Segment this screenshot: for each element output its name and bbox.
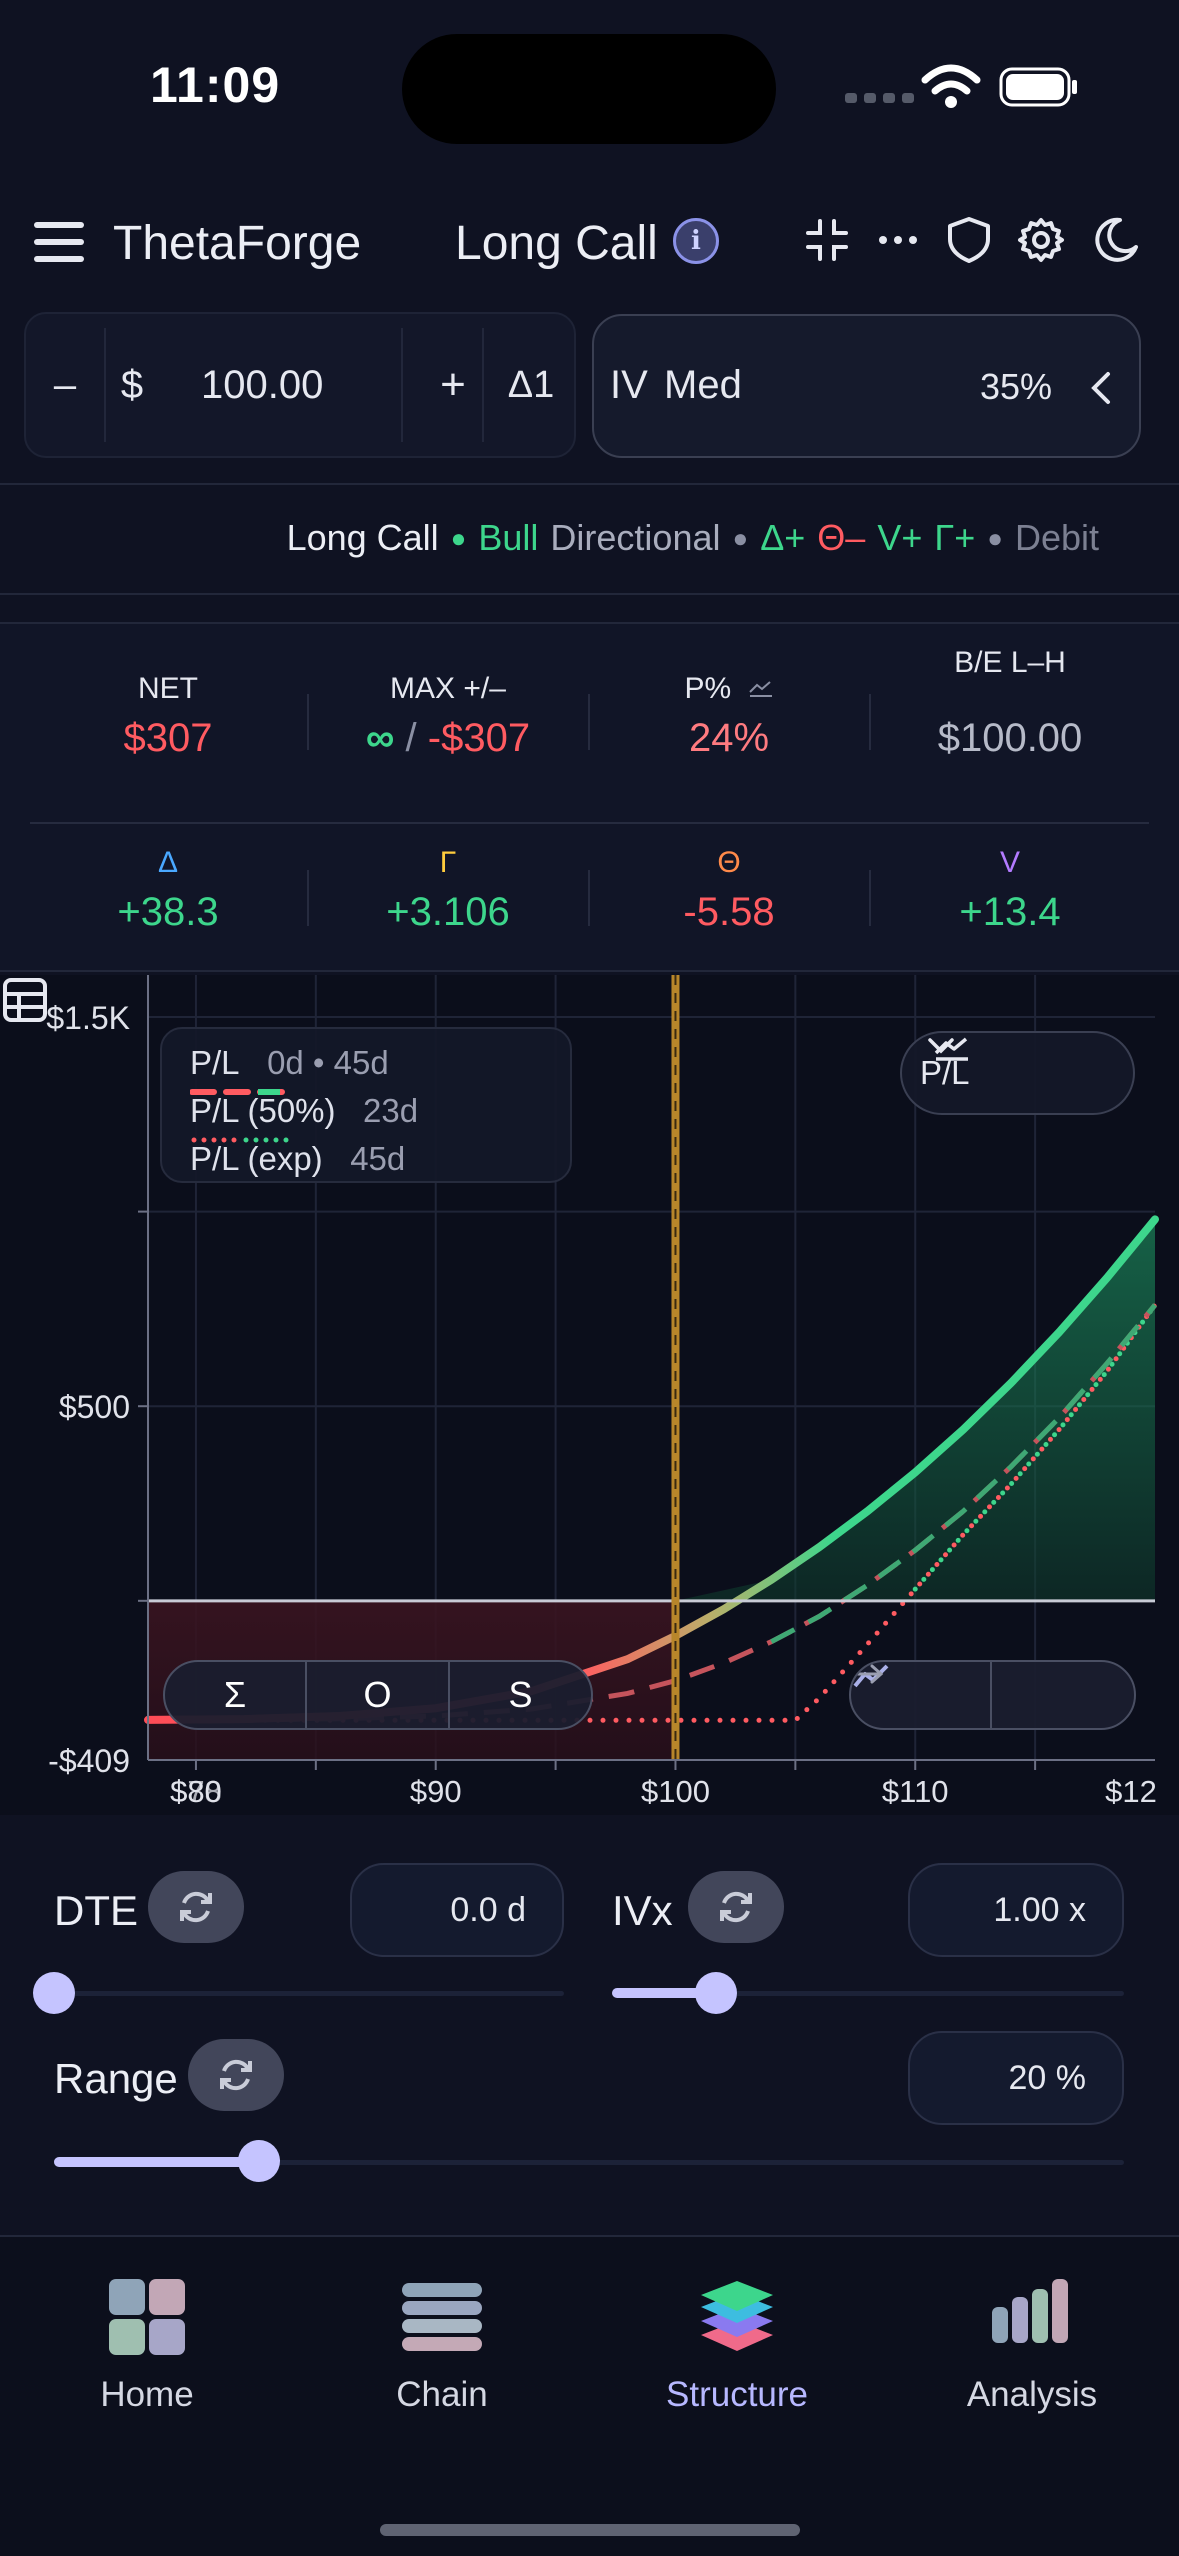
- greek-delta: Δ +38.3: [117, 846, 219, 934]
- range-label: Range: [54, 2055, 178, 2102]
- bar-chart-icon: [992, 2279, 1068, 2343]
- chain-list-icon: [402, 2283, 482, 2351]
- reset-icon: [720, 1891, 752, 1923]
- arrow-tool-button[interactable]: [853, 1662, 1134, 1728]
- cellular-signal-icon: [845, 93, 914, 103]
- chart-legend: P/L 0d • 45d P/L (50%) 23d P/L (exp) 45d: [160, 1027, 572, 1183]
- iv-label: IV: [610, 363, 648, 407]
- dte-label: DTE: [54, 1887, 138, 1934]
- price-input[interactable]: 100.00: [161, 314, 411, 456]
- top-bar: ThetaForge Long Call i: [0, 190, 1179, 300]
- tag-bias: Bull: [478, 517, 539, 558]
- home-grid-icon: [109, 2279, 185, 2355]
- info-icon[interactable]: i: [673, 218, 719, 264]
- shield-icon[interactable]: [944, 215, 994, 265]
- tag-theta: Θ–: [817, 517, 866, 558]
- legend-pl: P/L 0d • 45d: [190, 1041, 389, 1081]
- range-value-box[interactable]: 20 %: [908, 2031, 1124, 2125]
- tag-strategy-name: Long Call: [286, 517, 439, 558]
- strategy-tags-bar: Long Call ● Bull Directional ● Δ+ Θ– V+ …: [0, 483, 1179, 595]
- delta-step-button[interactable]: Δ1: [484, 314, 578, 456]
- more-icon[interactable]: [873, 215, 923, 265]
- price-stepper: – $ 100.00 + Δ1: [24, 312, 576, 458]
- collapse-icon[interactable]: [802, 215, 852, 265]
- chevron-left-icon[interactable]: [1086, 366, 1116, 410]
- legend-pl-50: P/L (50%) 23d: [190, 1089, 419, 1129]
- tag-type: Directional: [550, 517, 721, 558]
- dte-slider-track[interactable]: [54, 1991, 564, 1996]
- stat-pop: P% 24%: [589, 672, 869, 761]
- tab-chain[interactable]: Chain: [312, 2277, 572, 2415]
- stat-net: NET $307: [123, 672, 213, 760]
- chart-mini-icon: [748, 681, 772, 697]
- layers-icon: [701, 2281, 773, 2351]
- ivx-slider-knob[interactable]: [695, 1972, 737, 2014]
- mode-sum-button[interactable]: Σ: [165, 1662, 307, 1728]
- tab-bar: Home Chain Structure Analysis: [0, 2235, 1179, 2556]
- x-tick-label: $110: [882, 1774, 949, 1809]
- battery-icon: [999, 67, 1077, 107]
- x-tick-label-overlap: $78: [170, 1774, 222, 1809]
- dte-reset-button[interactable]: [148, 1871, 244, 1943]
- reset-icon: [220, 2059, 252, 2091]
- menu-icon[interactable]: [34, 222, 84, 262]
- home-indicator: [380, 2524, 800, 2536]
- x-tick-label: $90: [410, 1774, 462, 1809]
- greek-theta: Θ -5.58: [683, 846, 775, 934]
- app-name: ThetaForge: [113, 217, 362, 270]
- ivx-reset-button[interactable]: [688, 1871, 784, 1943]
- mode-stock-button[interactable]: S: [450, 1662, 591, 1728]
- status-bar: 11:09: [0, 0, 1179, 175]
- stat-max: MAX +/– ∞ / -$307: [365, 672, 531, 760]
- table-view-icon[interactable]: [0, 975, 50, 1025]
- controls-row: – $ 100.00 + Δ1 IV Med 35%: [0, 312, 1179, 460]
- strategy-title[interactable]: Long Call: [455, 216, 658, 271]
- price-decrement-button[interactable]: –: [26, 314, 104, 456]
- arrow-right-icon: [853, 1664, 884, 1684]
- iv-selector[interactable]: IV Med 35%: [592, 314, 1141, 458]
- y-tick-label: $1.5K: [46, 1000, 130, 1036]
- y-tick-label: -$409: [48, 1743, 130, 1779]
- tag-vega: V+: [877, 517, 923, 558]
- ivx-value-box[interactable]: 1.00 x: [908, 1863, 1124, 1957]
- simulation-controls: DTE 0.0 d IVx 1.00 x Range 20 %: [0, 1815, 1179, 2235]
- tag-gamma: Γ+: [934, 517, 976, 558]
- greek-gamma: Γ +3.106: [386, 846, 510, 934]
- dark-mode-icon[interactable]: [1090, 215, 1140, 265]
- wifi-icon: [921, 64, 981, 108]
- chart-tools-segmented: [849, 1660, 1136, 1730]
- tag-delta: Δ+: [760, 517, 806, 558]
- tab-structure[interactable]: Structure: [607, 2277, 867, 2415]
- greek-vega: V +13.4: [959, 846, 1061, 934]
- legend-pl-exp: P/L (exp) 45d: [190, 1137, 406, 1177]
- stats-panel: NET $307 MAX +/– ∞ / -$307 P% 24% B/E L–…: [0, 622, 1179, 972]
- dte-slider-knob[interactable]: [33, 1972, 75, 2014]
- tag-cash: Debit: [1014, 517, 1099, 558]
- range-slider-knob[interactable]: [238, 2140, 280, 2182]
- chevron-down-icon: [928, 1038, 954, 1054]
- reset-icon: [180, 1891, 212, 1923]
- currency-symbol: $: [120, 362, 144, 407]
- range-slider-fill: [54, 2157, 259, 2167]
- ivx-label: IVx: [612, 1887, 673, 1934]
- dte-value-box[interactable]: 0.0 d: [350, 1863, 564, 1957]
- status-time: 11:09: [150, 57, 281, 113]
- iv-level: Med: [664, 363, 742, 407]
- dynamic-island: [402, 34, 776, 144]
- gear-icon[interactable]: [1016, 215, 1066, 265]
- x-tick-label: $100: [641, 1774, 710, 1809]
- pl-chart[interactable]: $1.5K $500 -$409 $80 $90 $100 $110 $12 $78 P/L 0…: [0, 975, 1179, 1815]
- stat-breakeven: B/E L–H $100.00: [937, 646, 1083, 760]
- tab-home[interactable]: Home: [17, 2277, 277, 2415]
- range-reset-button[interactable]: [188, 2039, 284, 2111]
- x-tick-label: $12: [1105, 1774, 1157, 1809]
- mode-options-button[interactable]: O: [307, 1662, 450, 1728]
- iv-value: 35%: [980, 366, 1053, 407]
- tab-analysis[interactable]: Analysis: [902, 2277, 1162, 2415]
- chart-mode-segmented: Σ O S: [163, 1660, 593, 1730]
- chart-view-select[interactable]: P/L: [900, 1031, 1135, 1115]
- y-tick-label: $500: [59, 1389, 130, 1425]
